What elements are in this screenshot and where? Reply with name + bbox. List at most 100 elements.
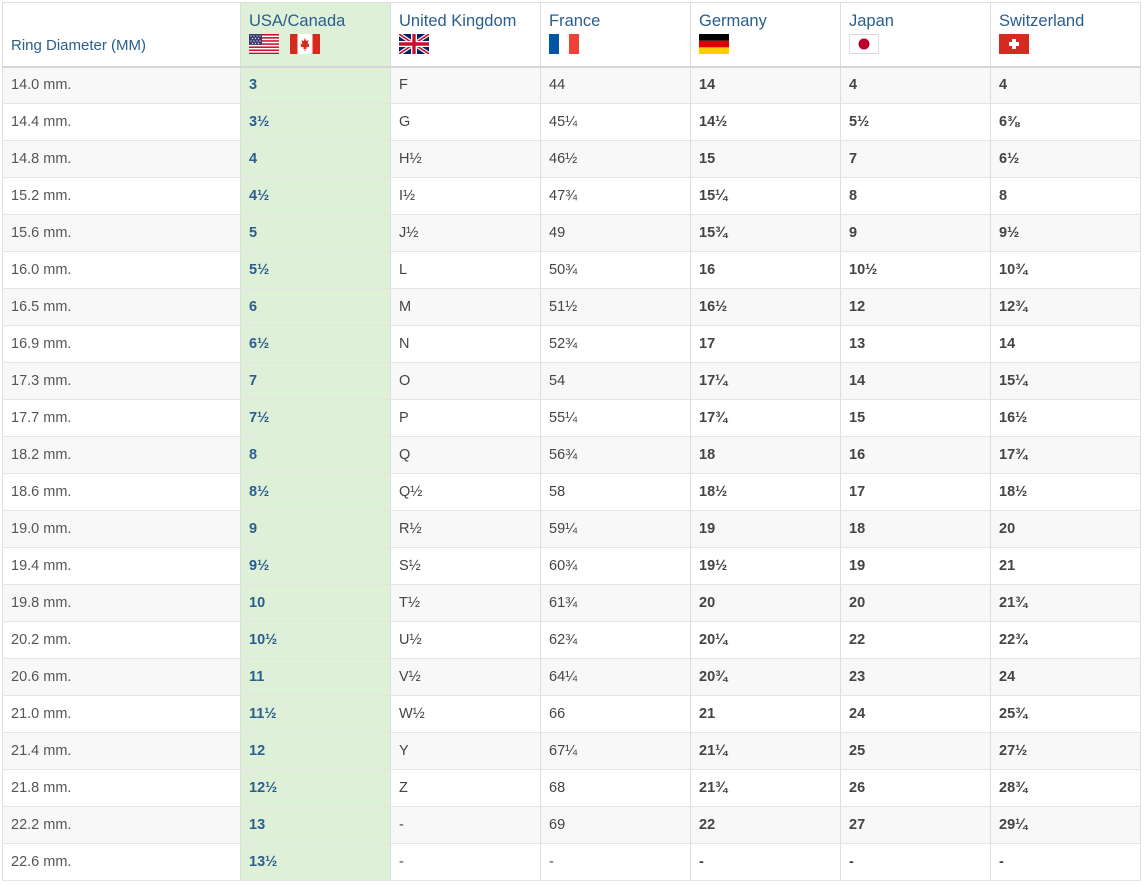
header-united-kingdom-label: United Kingdom xyxy=(399,12,517,30)
cell-germany: 14½ xyxy=(690,103,841,141)
cell-usa-canada: 4½ xyxy=(240,177,391,215)
cell-france: 46½ xyxy=(540,140,691,178)
cell-germany: 20¾ xyxy=(690,658,841,696)
cell-usa-canada: 7 xyxy=(240,362,391,400)
cell-ring-diameter: 18.6 mm. xyxy=(2,473,241,511)
cell-france: 60¾ xyxy=(540,547,691,585)
cell-germany: 15 xyxy=(690,140,841,178)
cell-germany: 15¾ xyxy=(690,214,841,252)
cell-germany: 21 xyxy=(690,695,841,733)
cell-united-kingdom: J½ xyxy=(390,214,541,252)
table-row: 20.6 mm. 11 V½ 64¼ 20¾ 23 24 xyxy=(2,658,1141,696)
cell-germany: - xyxy=(690,843,841,881)
uk-flag-icon xyxy=(399,34,429,54)
cell-japan: 5½ xyxy=(840,103,991,141)
cell-germany: 18 xyxy=(690,436,841,474)
table-row: 18.6 mm. 8½ Q½ 58 18½ 17 18½ xyxy=(2,473,1141,511)
cell-japan: 15 xyxy=(840,399,991,437)
cell-japan: 23 xyxy=(840,658,991,696)
cell-japan: 4 xyxy=(840,66,991,104)
cell-united-kingdom: N xyxy=(390,325,541,363)
cell-japan: 13 xyxy=(840,325,991,363)
cell-france: 56¾ xyxy=(540,436,691,474)
cell-germany: 21¼ xyxy=(690,732,841,770)
cell-ring-diameter: 14.8 mm. xyxy=(2,140,241,178)
cell-switzerland: 20 xyxy=(990,510,1141,548)
cell-switzerland: 21¾ xyxy=(990,584,1141,622)
header-ring-diameter-label: Ring Diameter (MM) xyxy=(11,36,147,54)
cell-united-kingdom: L xyxy=(390,251,541,289)
cell-united-kingdom: M xyxy=(390,288,541,326)
table-row: 17.3 mm. 7 O 54 17¼ 14 15¼ xyxy=(2,362,1141,400)
cell-germany: 22 xyxy=(690,806,841,844)
cell-japan: 16 xyxy=(840,436,991,474)
cell-ring-diameter: 17.3 mm. xyxy=(2,362,241,400)
cell-switzerland: 16½ xyxy=(990,399,1141,437)
cell-germany: 21¾ xyxy=(690,769,841,807)
table-row: 19.0 mm. 9 R½ 59¼ 19 18 20 xyxy=(2,510,1141,548)
cell-switzerland: 18½ xyxy=(990,473,1141,511)
canada-flag-icon xyxy=(289,34,320,54)
cell-japan: 19 xyxy=(840,547,991,585)
cell-germany: 17¼ xyxy=(690,362,841,400)
header-usa-canada: USA/Canada xyxy=(240,2,391,68)
table-row: 19.4 mm. 9½ S½ 60¾ 19½ 19 21 xyxy=(2,547,1141,585)
header-japan-label: Japan xyxy=(849,12,894,30)
cell-usa-canada: 6 xyxy=(240,288,391,326)
cell-switzerland: 17¾ xyxy=(990,436,1141,474)
cell-france: 68 xyxy=(540,769,691,807)
cell-ring-diameter: 21.8 mm. xyxy=(2,769,241,807)
cell-japan: 8 xyxy=(840,177,991,215)
cell-united-kingdom: T½ xyxy=(390,584,541,622)
table-row: 20.2 mm. 10½ U½ 62¾ 20¼ 22 22¾ xyxy=(2,621,1141,659)
cell-france: 54 xyxy=(540,362,691,400)
cell-usa-canada: 8 xyxy=(240,436,391,474)
cell-usa-canada: 13½ xyxy=(240,843,391,881)
table-row: 16.0 mm. 5½ L 50¾ 16 10½ 10¾ xyxy=(2,251,1141,289)
cell-united-kingdom: Q½ xyxy=(390,473,541,511)
cell-japan: 26 xyxy=(840,769,991,807)
cell-usa-canada: 8½ xyxy=(240,473,391,511)
cell-japan: 24 xyxy=(840,695,991,733)
cell-ring-diameter: 15.2 mm. xyxy=(2,177,241,215)
cell-usa-canada: 11 xyxy=(240,658,391,696)
cell-switzerland: 25¾ xyxy=(990,695,1141,733)
cell-japan: - xyxy=(840,843,991,881)
cell-ring-diameter: 16.9 mm. xyxy=(2,325,241,363)
cell-switzerland: 12¾ xyxy=(990,288,1141,326)
cell-switzerland: 8 xyxy=(990,177,1141,215)
header-switzerland-label: Switzerland xyxy=(999,12,1085,30)
cell-united-kingdom: V½ xyxy=(390,658,541,696)
cell-ring-diameter: 22.6 mm. xyxy=(2,843,241,881)
table-row: 21.8 mm. 12½ Z 68 21¾ 26 28¾ xyxy=(2,769,1141,807)
cell-japan: 12 xyxy=(840,288,991,326)
us-flag-icon xyxy=(249,34,279,54)
cell-switzerland: 10¾ xyxy=(990,251,1141,289)
header-germany-label: Germany xyxy=(699,12,767,30)
cell-japan: 18 xyxy=(840,510,991,548)
table-row: 21.4 mm. 12 Y 67¼ 21¼ 25 27½ xyxy=(2,732,1141,770)
cell-usa-canada: 4 xyxy=(240,140,391,178)
cell-japan: 17 xyxy=(840,473,991,511)
cell-usa-canada: 9½ xyxy=(240,547,391,585)
cell-france: - xyxy=(540,843,691,881)
cell-japan: 27 xyxy=(840,806,991,844)
cell-united-kingdom: H½ xyxy=(390,140,541,178)
table-row: 14.0 mm. 3 F 44 14 4 4 xyxy=(2,66,1141,104)
cell-switzerland: 6⅜ xyxy=(990,103,1141,141)
cell-ring-diameter: 14.0 mm. xyxy=(2,66,241,104)
cell-united-kingdom: Q xyxy=(390,436,541,474)
cell-france: 62¾ xyxy=(540,621,691,659)
table-row: 16.5 mm. 6 M 51½ 16½ 12 12¾ xyxy=(2,288,1141,326)
cell-usa-canada: 7½ xyxy=(240,399,391,437)
cell-united-kingdom: S½ xyxy=(390,547,541,585)
cell-germany: 20 xyxy=(690,584,841,622)
france-flag-icon xyxy=(549,34,579,54)
japan-flag-icon xyxy=(849,34,879,54)
cell-japan: 10½ xyxy=(840,251,991,289)
header-switzerland: Switzerland xyxy=(990,2,1141,68)
table-row: 22.6 mm. 13½ - - - - - xyxy=(2,843,1141,881)
table-row: 21.0 mm. 11½ W½ 66 21 24 25¾ xyxy=(2,695,1141,733)
header-united-kingdom: United Kingdom xyxy=(390,2,541,68)
cell-france: 55¼ xyxy=(540,399,691,437)
